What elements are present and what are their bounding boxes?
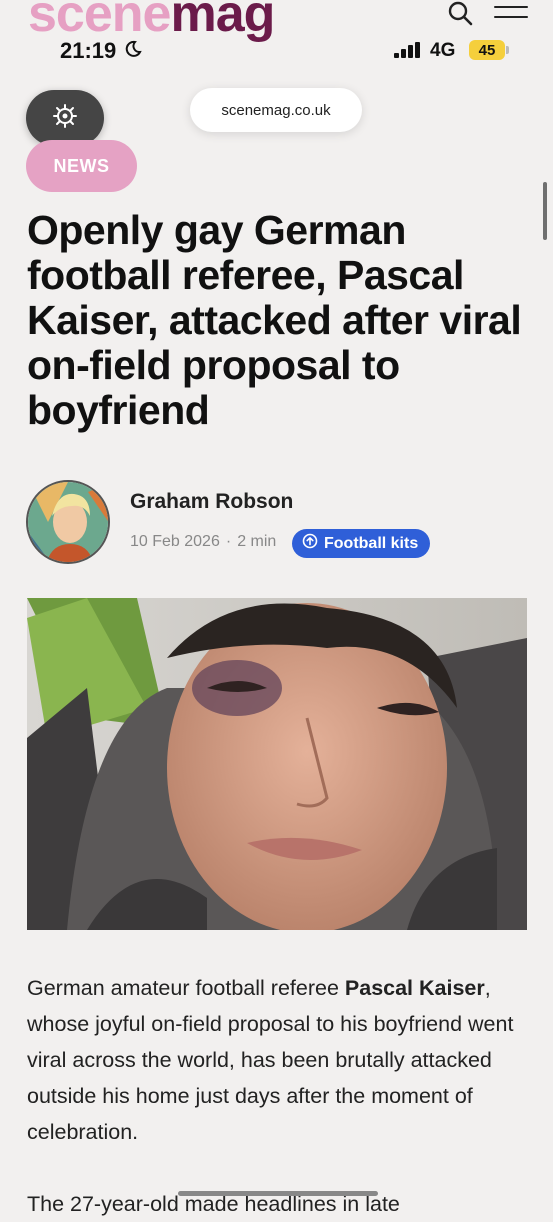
page-tools-button[interactable]	[26, 90, 104, 146]
network-type: 4G	[430, 40, 456, 61]
search-icon[interactable]	[446, 0, 476, 30]
site-logo[interactable]: scenemag	[28, 0, 275, 40]
moon-icon	[124, 40, 142, 58]
signal-icon	[394, 42, 422, 58]
settings-sparkle-icon	[51, 102, 79, 135]
article-headline: Openly gay German football referee, Pasc…	[27, 207, 522, 433]
home-indicator[interactable]	[178, 1191, 378, 1196]
hamburger-menu-icon[interactable]	[494, 6, 528, 24]
author-name[interactable]: Graham Robson	[130, 490, 293, 514]
page-scrollbar[interactable]	[543, 182, 547, 240]
tag-link[interactable]: Football kits	[292, 529, 431, 558]
status-time: 21:19	[60, 38, 117, 63]
publish-date: 10 Feb 2026	[130, 533, 220, 550]
battery-tip	[506, 46, 509, 54]
article-hero-image	[27, 598, 527, 930]
tag-label: Football kits	[324, 534, 419, 552]
url-text: scenemag.co.uk	[221, 101, 331, 119]
meta-separator: ·	[225, 533, 232, 550]
author-avatar[interactable]	[26, 480, 110, 564]
battery-level: 45	[469, 40, 505, 60]
article-meta: 10 Feb 2026 · 2 min	[130, 533, 276, 551]
article-paragraph: German amateur football referee Pascal K…	[27, 976, 514, 1144]
subject-name-link: Pascal Kaiser	[344, 976, 485, 1000]
category-badge[interactable]: NEWS	[26, 140, 137, 192]
read-time: 2 min	[237, 533, 277, 550]
address-bar[interactable]: scenemag.co.uk	[190, 88, 362, 132]
arrow-circle-icon	[302, 533, 318, 554]
